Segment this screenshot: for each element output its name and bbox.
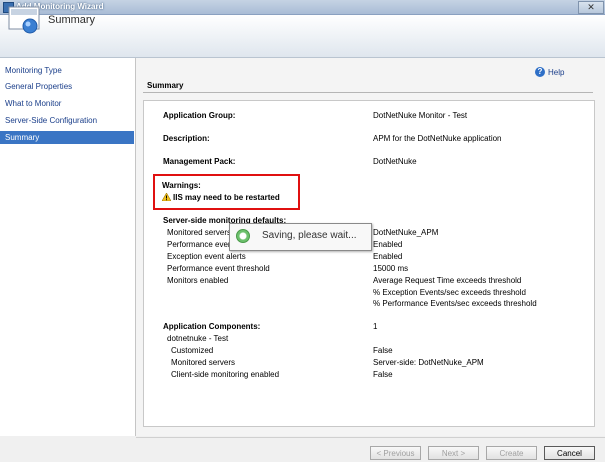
divider — [143, 92, 593, 93]
customized-value: False — [373, 346, 393, 355]
close-button[interactable]: ✕ — [578, 1, 604, 14]
exception-alerts-value: Enabled — [373, 252, 403, 261]
description-value: APM for the DotNetNuke application — [373, 134, 502, 143]
management-pack-label: Management Pack: — [163, 157, 236, 166]
monitor-icon — [8, 6, 40, 34]
performance-events-label: Performance events — [167, 240, 239, 249]
customized-label: Customized — [171, 346, 214, 355]
warning-text: IIS may need to be restarted — [173, 193, 280, 202]
components-value: 1 — [373, 322, 378, 331]
app-group-value: DotNetNuke Monitor - Test — [373, 111, 468, 120]
wizard-nav: Monitoring Type General Properties What … — [0, 58, 136, 436]
section-title: Summary — [147, 81, 184, 90]
warning-highlight — [153, 174, 300, 210]
help-icon[interactable]: ? — [535, 67, 545, 77]
monitored-servers-value: DotNetNuke_APM — [373, 228, 439, 237]
nav-item-what-to-monitor[interactable]: What to Monitor — [0, 97, 134, 110]
saving-text: Saving, please wait... — [262, 230, 357, 241]
page-title: Summary — [48, 14, 96, 26]
client-side-value: False — [373, 370, 393, 379]
management-pack-value: DotNetNuke — [373, 157, 417, 166]
client-side-label: Client-side monitoring enabled — [171, 370, 280, 379]
create-button[interactable]: Create — [486, 446, 537, 460]
component-name: dotnetnuke - Test — [167, 334, 229, 343]
next-button[interactable]: Next > — [428, 446, 479, 460]
performance-threshold-label: Performance event threshold — [167, 264, 270, 273]
monitors-enabled-label: Monitors enabled — [167, 276, 229, 285]
monitor-value: Average Request Time exceeds threshold — [373, 276, 522, 285]
monitored-servers-label: Monitored servers — [167, 228, 232, 237]
performance-threshold-value: 15000 ms — [373, 264, 409, 273]
performance-events-value: Enabled — [373, 240, 403, 249]
nav-item-server-side-configuration[interactable]: Server-Side Configuration — [0, 114, 134, 127]
component-servers-label: Monitored servers — [171, 358, 236, 367]
monitor-value: % Exception Events/sec exceeds threshold — [373, 288, 526, 297]
description-label: Description: — [163, 134, 210, 143]
nav-item-monitoring-type[interactable]: Monitoring Type — [0, 64, 134, 77]
components-label: Application Components: — [163, 322, 261, 331]
nav-item-general-properties[interactable]: General Properties — [0, 80, 134, 93]
close-icon: ✕ — [587, 2, 595, 12]
exception-alerts-label: Exception event alerts — [167, 252, 246, 261]
monitor-value: % Performance Events/sec exceeds thresho… — [373, 299, 537, 308]
app-group-label: Application Group: — [163, 111, 236, 120]
cancel-button[interactable]: Cancel — [544, 446, 595, 460]
previous-button[interactable]: < Previous — [370, 446, 421, 460]
footer-divider — [136, 437, 605, 438]
help-link[interactable]: Help — [548, 68, 564, 77]
component-servers-value: Server-side: DotNetNuke_APM — [373, 358, 484, 367]
warnings-label: Warnings: — [162, 181, 201, 190]
spinner-icon — [236, 229, 250, 243]
nav-item-summary[interactable]: Summary — [0, 131, 134, 144]
warning-icon — [162, 193, 171, 201]
